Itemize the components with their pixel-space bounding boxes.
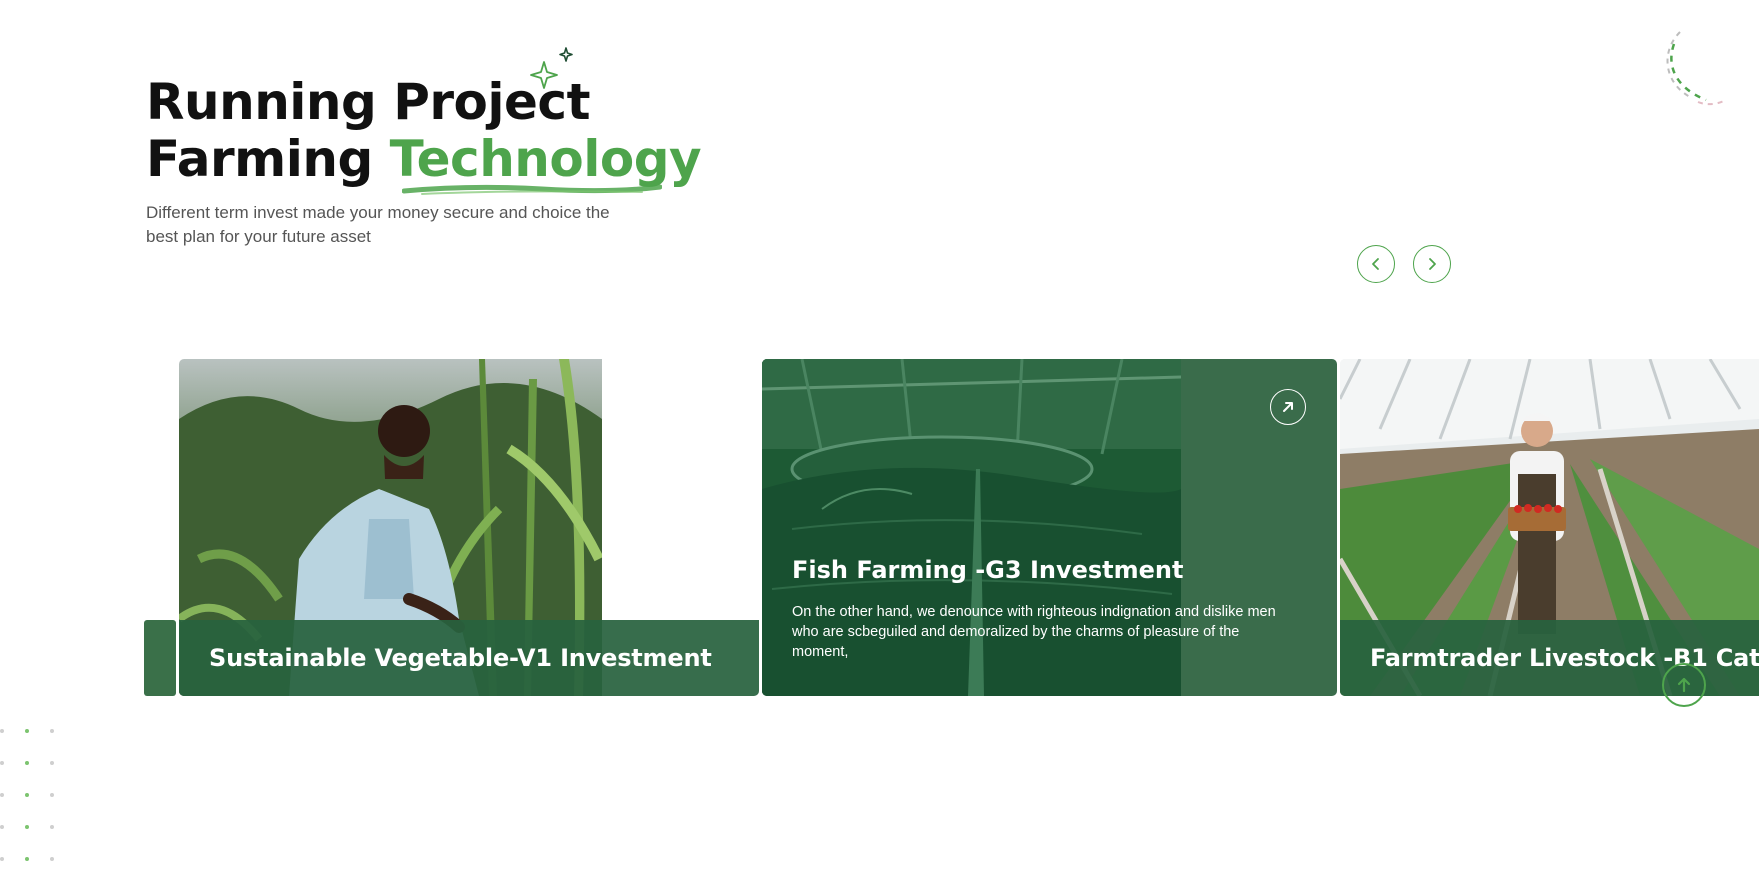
chevron-right-icon	[1429, 258, 1436, 270]
card-title: Fish Farming -G3 Investment	[792, 556, 1184, 584]
previous-card-edge	[144, 620, 176, 696]
sparkle-icon	[530, 47, 573, 89]
section-title: Running Project Farming Technology	[146, 73, 702, 195]
section-title-line1: Running Project	[146, 73, 590, 131]
arrow-up-right-icon	[1283, 402, 1293, 412]
decorative-arcs-icon	[1666, 31, 1727, 106]
card-title: Farmtrader Livestock -B1 Cattle	[1370, 644, 1759, 672]
section-title-accent-text: Technology	[389, 130, 702, 188]
card-title-bar: Sustainable Vegetable-V1 Investment	[179, 620, 759, 696]
section-description: Different term invest made your money se…	[146, 203, 610, 246]
card-title: Sustainable Vegetable-V1 Investment	[209, 644, 712, 672]
scroll-to-top-button[interactable]	[1662, 663, 1706, 707]
carousel-next-button[interactable]	[1413, 245, 1451, 283]
card-description: On the other hand, we denounce with righ…	[792, 604, 1276, 660]
card-link-button[interactable]	[1270, 389, 1306, 425]
project-card-fish-farming[interactable]: Fish Farming -G3 Investment On the other…	[762, 359, 1337, 696]
brush-underline-icon	[401, 184, 662, 195]
project-card-farmtrader-livestock[interactable]: Farmtrader Livestock -B1 Cattle	[1340, 359, 1759, 696]
chevron-left-icon	[1372, 258, 1379, 270]
carousel-prev-button[interactable]	[1357, 245, 1395, 283]
section-title-accent: Technology	[389, 130, 702, 195]
arrow-up-icon	[1677, 677, 1691, 693]
project-card-sustainable-vegetable[interactable]: Sustainable Vegetable-V1 Investment	[179, 359, 759, 696]
decorative-dots	[0, 729, 54, 861]
section-title-line2: Farming	[146, 130, 373, 188]
